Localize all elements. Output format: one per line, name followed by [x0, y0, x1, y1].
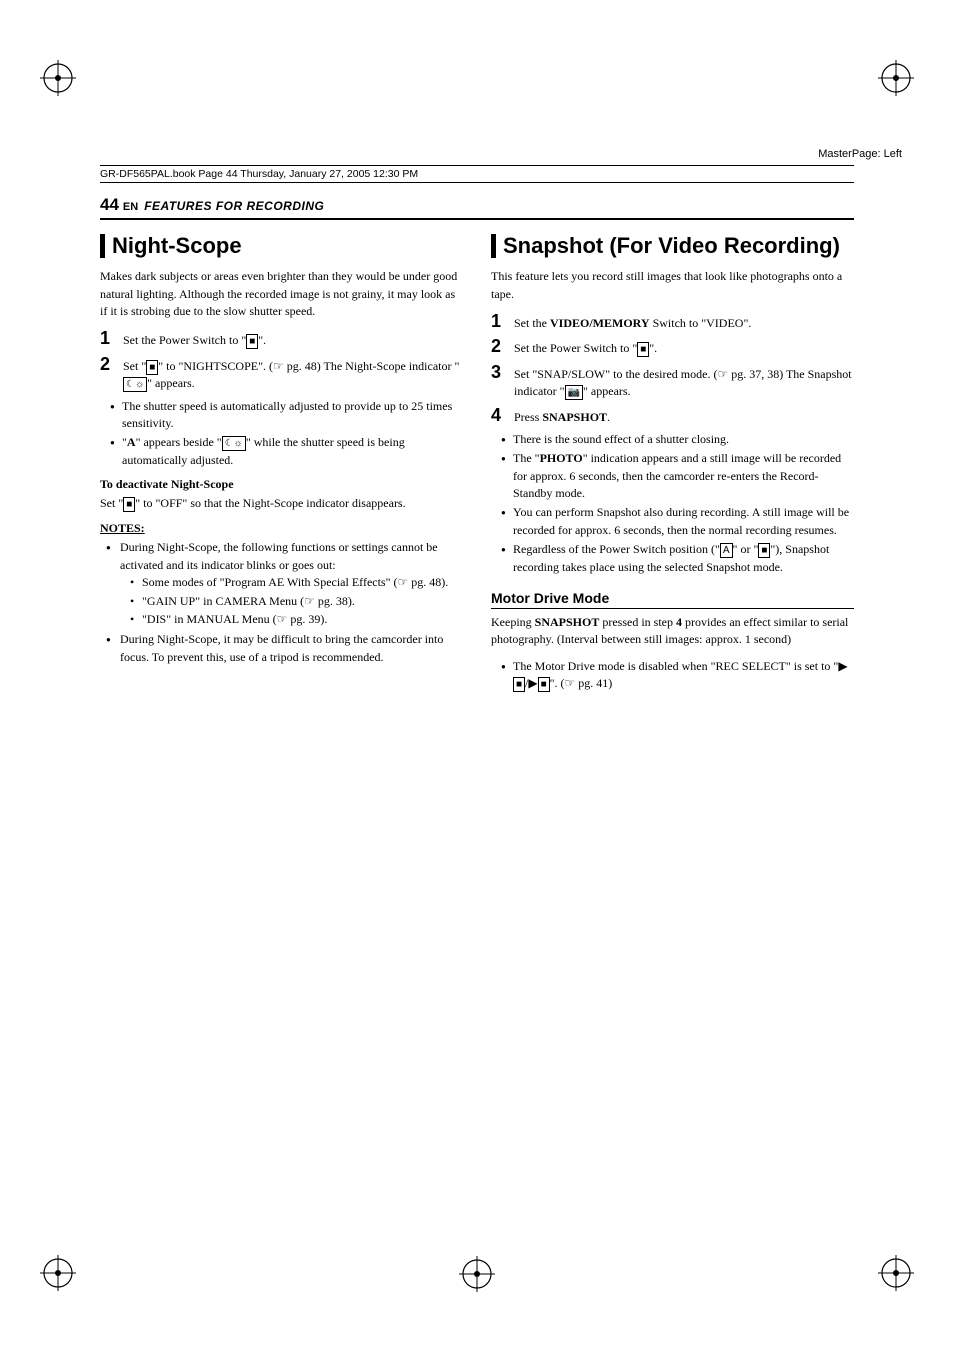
section-title: FEATURES FOR RECORDING: [144, 199, 324, 213]
step-1-text: Set the Power Switch to "■".: [123, 332, 463, 349]
step-2-text: Set "■" to "NIGHTSCOPE". (☞ pg. 48) The …: [123, 358, 463, 393]
bullet-item: "A" appears beside "☾☼" while the shutte…: [110, 434, 463, 469]
snap-step-1: 1 Set the VIDEO/MEMORY Switch to "VIDEO"…: [491, 312, 854, 332]
snap-step-4-num: 4: [491, 406, 511, 426]
snap-bullet-3: You can perform Snapshot also during rec…: [501, 504, 854, 539]
two-column-layout: Night-Scope Makes dark subjects or areas…: [100, 234, 854, 699]
notes-item-2: During Night-Scope, it may be difficult …: [106, 631, 463, 666]
snapshot-intro: This feature lets you record still image…: [491, 268, 854, 303]
snap-step-1-num: 1: [491, 312, 511, 332]
motor-drive-heading: Motor Drive Mode: [491, 590, 854, 609]
deactivate-heading: To deactivate Night-Scope: [100, 477, 463, 492]
step-1-num: 1: [100, 329, 120, 349]
notes-heading: NOTES:: [100, 521, 463, 536]
snapshot-heading: Snapshot (For Video Recording): [491, 234, 854, 258]
notes-sub-item-2: "GAIN UP" in CAMERA Menu (☞ pg. 38).: [130, 593, 463, 610]
snapshot-bullets: There is the sound effect of a shutter c…: [501, 431, 854, 576]
page-header: 44 EN FEATURES FOR RECORDING: [100, 195, 854, 220]
snap-bullet-4: Regardless of the Power Switch position …: [501, 541, 854, 576]
bullet-item: The shutter speed is automatically adjus…: [110, 398, 463, 433]
motor-bullet-1: The Motor Drive mode is disabled when "R…: [501, 658, 854, 693]
snap-step-3-num: 3: [491, 363, 511, 383]
snap-step-3: 3 Set "SNAP/SLOW" to the desired mode. (…: [491, 363, 854, 401]
night-scope-intro: Makes dark subjects or areas even bright…: [100, 268, 463, 320]
master-label: MasterPage: Left: [818, 148, 902, 160]
content-area: 44 EN FEATURES FOR RECORDING Night-Scope…: [100, 195, 854, 1251]
reg-mark-bl: [40, 1255, 76, 1291]
snap-step-3-text: Set "SNAP/SLOW" to the desired mode. (☞ …: [514, 366, 854, 401]
motor-drive-bullets: The Motor Drive mode is disabled when "R…: [501, 658, 854, 693]
page-number: 44: [100, 195, 119, 215]
step2-bullets: The shutter speed is automatically adjus…: [110, 398, 463, 470]
deactivate-text: Set "■" to "OFF" so that the Night-Scope…: [100, 495, 463, 512]
step-2-num: 2: [100, 355, 120, 375]
motor-drive-text: Keeping SNAPSHOT pressed in step 4 provi…: [491, 614, 854, 649]
snap-step-4-text: Press SNAPSHOT.: [514, 409, 854, 426]
snap-step-2-text: Set the Power Switch to "■".: [514, 340, 854, 357]
notes-sub-item-1: Some modes of "Program AE With Special E…: [130, 574, 463, 591]
snap-step-1-text: Set the VIDEO/MEMORY Switch to "VIDEO".: [514, 315, 854, 332]
snap-bullet-1: There is the sound effect of a shutter c…: [501, 431, 854, 448]
snap-bullet-2: The "PHOTO" indication appears and a sti…: [501, 450, 854, 502]
step-1: 1 Set the Power Switch to "■".: [100, 329, 463, 349]
file-info: GR-DF565PAL.book Page 44 Thursday, Janua…: [100, 165, 854, 183]
night-scope-section: Night-Scope Makes dark subjects or areas…: [100, 234, 463, 699]
snap-step-4: 4 Press SNAPSHOT.: [491, 406, 854, 426]
notes-sub-list: Some modes of "Program AE With Special E…: [130, 574, 463, 628]
reg-mark-br: [878, 1255, 914, 1291]
snapshot-section: Snapshot (For Video Recording) This feat…: [491, 234, 854, 699]
reg-mark-tl: [40, 60, 76, 96]
night-scope-heading: Night-Scope: [100, 234, 463, 258]
notes-list: During Night-Scope, the following functi…: [106, 539, 463, 666]
step-2: 2 Set "■" to "NIGHTSCOPE". (☞ pg. 48) Th…: [100, 355, 463, 393]
notes-sub-item-3: "DIS" in MANUAL Menu (☞ pg. 39).: [130, 611, 463, 628]
snap-step-2-num: 2: [491, 337, 511, 357]
page-en: EN: [123, 201, 138, 213]
snap-step-2: 2 Set the Power Switch to "■".: [491, 337, 854, 357]
notes-item-1: During Night-Scope, the following functi…: [106, 539, 463, 628]
reg-mark-bottom-center: [459, 1256, 495, 1296]
page: MasterPage: Left GR-DF565PAL.book Page 4…: [0, 0, 954, 1351]
reg-mark-tr: [878, 60, 914, 96]
